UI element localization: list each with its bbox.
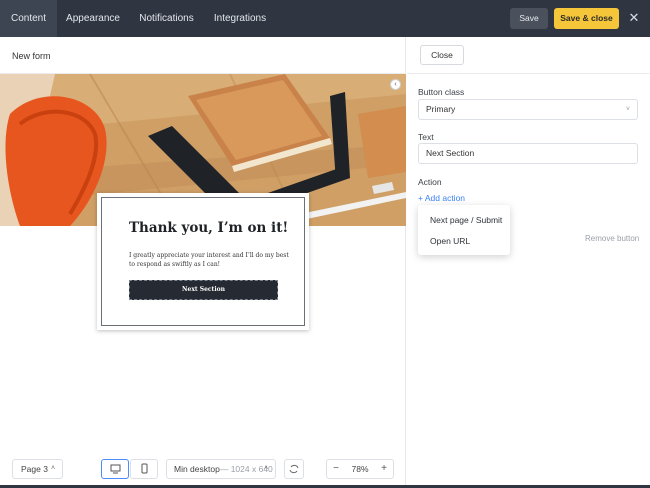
button-class-label: Button class: [418, 87, 465, 97]
page-selector-label: Page 3: [21, 464, 48, 474]
card-title[interactable]: Thank you, I’m on it!: [129, 220, 288, 236]
chevron-up-icon: ˄: [264, 465, 269, 472]
menu-item-open-url[interactable]: Open URL: [430, 236, 470, 246]
tab-appearance[interactable]: Appearance: [57, 0, 129, 37]
image-options-icon[interactable]: ‹: [390, 79, 401, 90]
mobile-view-button[interactable]: [130, 459, 158, 479]
text-label: Text: [418, 132, 434, 142]
next-section-button[interactable]: Next Section: [129, 280, 278, 300]
text-input[interactable]: Next Section: [418, 143, 638, 164]
chevron-up-icon: ˄: [51, 465, 56, 472]
page-selector[interactable]: Page 3 ˄: [12, 459, 63, 479]
divider: [407, 73, 650, 74]
button-class-value: Primary: [426, 104, 456, 114]
rotate-button[interactable]: [284, 459, 304, 479]
tab-integrations[interactable]: Integrations: [204, 0, 276, 37]
viewport-selector[interactable]: Min desktop— 1024 x 640 ˄: [166, 459, 276, 479]
tab-content[interactable]: Content: [0, 0, 57, 37]
form-name[interactable]: New form: [12, 51, 51, 61]
close-button[interactable]: Close: [420, 45, 464, 65]
tab-notifications[interactable]: Notifications: [129, 0, 204, 37]
save-button[interactable]: Save: [510, 8, 548, 29]
card-frame: Thank you, I’m on it! I greatly apprecia…: [101, 197, 305, 326]
action-label: Action: [418, 177, 442, 187]
zoom-control: − 78% +: [326, 459, 394, 479]
button-class-select[interactable]: Primary ˅: [418, 99, 638, 120]
desktop-icon: [110, 464, 121, 474]
chevron-down-icon: ˅: [625, 106, 630, 113]
top-bar: Content Appearance Notifications Integra…: [0, 0, 650, 37]
card-body-text[interactable]: I greatly appreciate your interest and I…: [129, 251, 289, 269]
save-and-close-button[interactable]: Save & close: [554, 8, 619, 29]
menu-item-next-page-submit[interactable]: Next page / Submit: [430, 215, 502, 225]
desktop-view-button[interactable]: [101, 459, 129, 479]
zoom-out-button[interactable]: −: [327, 460, 345, 478]
properties-panel: Close Button class Primary ˅ Text Next S…: [407, 37, 650, 488]
viewport-label: Min desktop: [174, 464, 220, 474]
editor-canvas: New form ‹ Thank you, I’m on it! I great…: [0, 37, 406, 488]
thank-you-card[interactable]: Thank you, I’m on it! I greatly apprecia…: [97, 193, 309, 330]
refresh-icon: [289, 464, 299, 474]
zoom-value: 78%: [351, 464, 369, 474]
mobile-icon: [141, 463, 148, 474]
remove-button[interactable]: Remove button: [585, 234, 639, 243]
add-action-link[interactable]: + Add action: [418, 193, 465, 203]
close-icon[interactable]: ✕: [627, 10, 641, 26]
action-dropdown-menu: Next page / Submit Open URL: [418, 205, 510, 255]
zoom-in-button[interactable]: +: [375, 460, 393, 478]
